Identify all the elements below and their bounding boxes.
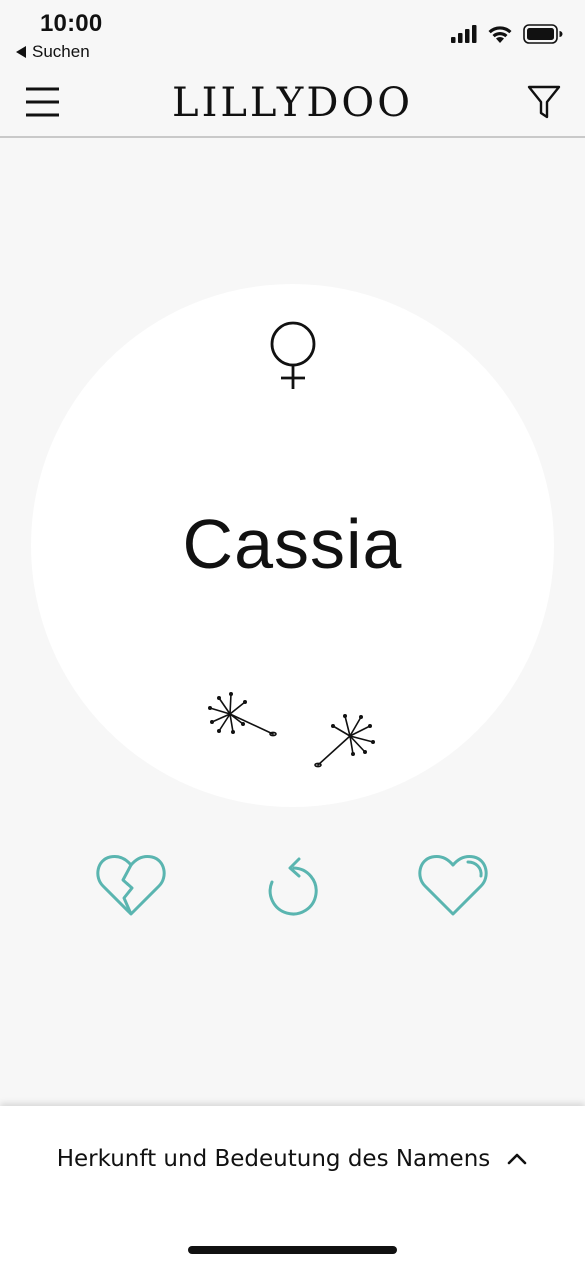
name-details-sheet: Herkunft und Bedeutung des Namens [0, 1106, 585, 1267]
back-arrow-icon [16, 46, 26, 58]
female-symbol-icon [270, 321, 316, 389]
navigation-bar: LILLYDOO [0, 70, 585, 138]
brand-logo: LILLYDOO [172, 80, 413, 126]
battery-icon [523, 24, 563, 44]
like-button[interactable] [418, 850, 488, 921]
broken-heart-icon [96, 855, 166, 916]
filter-button[interactable] [527, 84, 561, 120]
wifi-icon [488, 25, 512, 43]
back-link-label: Suchen [32, 42, 90, 61]
undo-button[interactable] [263, 856, 323, 923]
filter-funnel-icon [527, 85, 561, 119]
status-time: 10:00 [40, 10, 103, 37]
cellular-signal-icon [451, 25, 477, 43]
heart-icon [418, 855, 488, 916]
status-icons [451, 24, 563, 44]
action-bar [0, 850, 585, 925]
name-details-toggle[interactable]: Herkunft und Bedeutung des Namens [0, 1146, 585, 1172]
dandelion-seeds-icon [208, 692, 375, 768]
undo-arrow-icon [268, 857, 318, 916]
baby-name: Cassia [182, 505, 403, 583]
chevron-up-icon [507, 1153, 527, 1165]
status-bar: 10:00 Suchen [0, 0, 585, 70]
home-indicator[interactable] [188, 1246, 397, 1254]
name-details-title: Herkunft und Bedeutung des Namens [56, 1146, 491, 1172]
back-to-search-link[interactable]: Suchen [16, 42, 90, 62]
dislike-button[interactable] [96, 850, 166, 921]
